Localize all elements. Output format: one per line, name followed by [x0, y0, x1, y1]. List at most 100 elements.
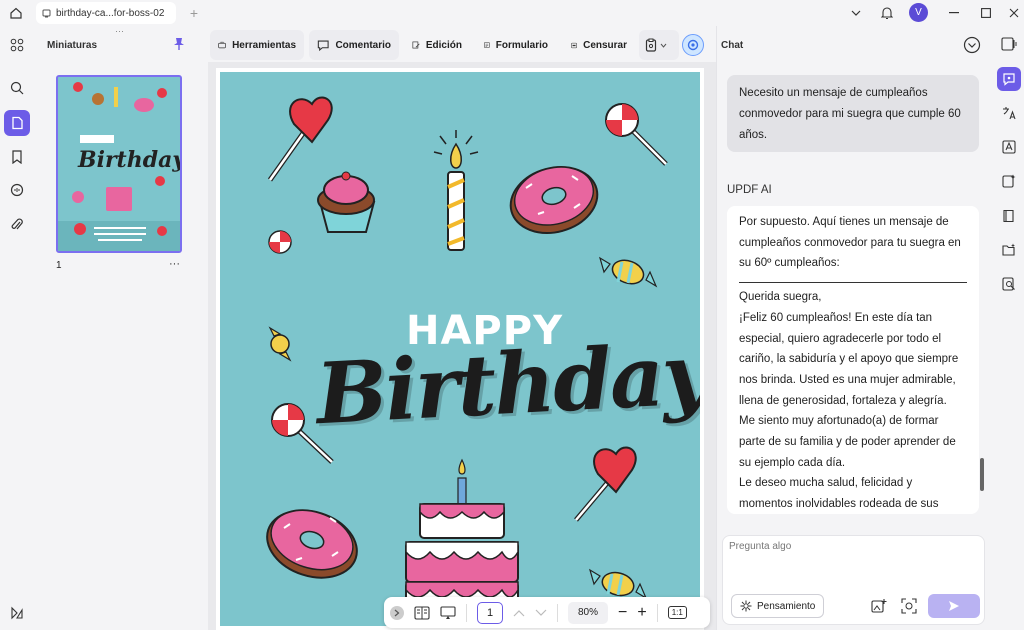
- card-birthday-text: Birthday: [313, 323, 700, 444]
- title-bar: birthday-ca...for-boss-02 + V: [0, 0, 1024, 26]
- maximize-icon[interactable]: [978, 5, 994, 21]
- more-tools-dropdown[interactable]: [639, 30, 679, 60]
- translate-icon[interactable]: [997, 101, 1021, 125]
- form-icon: [484, 42, 490, 48]
- wrapped-candy-icon: [589, 568, 648, 600]
- add-tab-icon[interactable]: +: [186, 5, 202, 21]
- thinking-label: Pensamiento: [757, 600, 816, 612]
- page-navigation: 1 80% − + 1:1: [384, 597, 710, 628]
- bell-icon[interactable]: [879, 4, 895, 22]
- close-icon[interactable]: [1006, 5, 1022, 21]
- thumbnail-preview: Birthday: [58, 77, 180, 251]
- divider: [557, 603, 558, 622]
- toolbox-icon: [218, 41, 226, 49]
- chat-input-box[interactable]: Pregunta algo Pensamiento: [722, 535, 985, 625]
- comment-icon: [317, 40, 329, 51]
- ai-assistant-icon[interactable]: [682, 34, 704, 56]
- next-page-icon[interactable]: [535, 609, 547, 617]
- tool-label: Formulario: [495, 39, 548, 51]
- user-avatar[interactable]: V: [909, 3, 928, 22]
- document-viewer: HAPPY Birthday: [208, 62, 716, 630]
- candle-icon: [433, 130, 479, 251]
- pdf-page: HAPPY Birthday: [216, 68, 704, 630]
- left-rail: [0, 26, 34, 630]
- zoom-level[interactable]: 80%: [568, 601, 608, 624]
- add-image-icon[interactable]: [871, 598, 887, 614]
- ai-message: Por supuesto. Aquí tienes un mensaje de …: [727, 206, 979, 514]
- zoom-in-icon[interactable]: +: [637, 604, 646, 620]
- ai-sparkle-icon[interactable]: [997, 169, 1021, 193]
- svg-text:Birthday: Birthday: [77, 147, 180, 173]
- comments-icon[interactable]: [4, 177, 30, 203]
- divider: [739, 282, 967, 284]
- ai-body-line: ¡Feliz 60 cumpleaños! En este día tan es…: [739, 311, 959, 407]
- screenshot-icon[interactable]: [901, 598, 917, 614]
- cupcake-icon: [317, 171, 376, 233]
- thumbnails-panel: ⋯ Miniaturas Birthday 1 ···: [36, 26, 204, 630]
- chat-scrollbar[interactable]: [980, 458, 984, 491]
- chat-input-placeholder[interactable]: Pregunta algo: [729, 541, 791, 552]
- swirl-lollipop-icon: [605, 103, 668, 166]
- ai-name: UPDF AI: [727, 184, 772, 196]
- donut-icon: [266, 509, 358, 579]
- chat-title: Chat: [721, 40, 744, 51]
- send-icon: [949, 601, 959, 611]
- heart-lollipop-icon: [574, 446, 637, 522]
- redact-icon: [571, 42, 577, 48]
- chevron-down-icon[interactable]: [848, 5, 864, 21]
- right-rail: [992, 26, 1024, 630]
- tool-herramientas[interactable]: Herramientas: [210, 30, 304, 60]
- ai-chat-icon[interactable]: [997, 67, 1021, 91]
- zoom-out-icon[interactable]: −: [618, 604, 627, 620]
- page-thumbnail[interactable]: Birthday: [56, 75, 182, 253]
- ai-body-line: Querida suegra,: [739, 291, 822, 304]
- document-icon: [42, 9, 51, 17]
- tool-label: Edición: [425, 39, 462, 51]
- grid-icon[interactable]: [4, 32, 30, 58]
- donut-icon: [509, 166, 599, 234]
- send-button[interactable]: [928, 594, 980, 618]
- document-tab[interactable]: birthday-ca...for-boss-02: [36, 2, 176, 24]
- page-number-input[interactable]: 1: [477, 601, 503, 624]
- actual-size-button[interactable]: 1:1: [667, 606, 687, 619]
- thinking-toggle[interactable]: Pensamiento: [731, 594, 825, 618]
- birthday-card: HAPPY Birthday: [220, 72, 700, 626]
- ocr-icon[interactable]: [997, 135, 1021, 159]
- book-icon[interactable]: [997, 204, 1021, 228]
- chat-panel: Chat Necesito un mensaje de cumpleaños c…: [716, 26, 992, 630]
- sidebar-toggle-icon[interactable]: [997, 32, 1021, 56]
- tool-label: Censurar: [583, 39, 627, 51]
- attachment-icon[interactable]: [4, 212, 30, 238]
- search-icon[interactable]: [4, 75, 30, 101]
- tool-label: Herramientas: [232, 39, 296, 51]
- home-icon[interactable]: [8, 5, 24, 21]
- search-document-icon[interactable]: [997, 272, 1021, 296]
- prev-page-icon[interactable]: [513, 609, 525, 617]
- thumbnail-page-label: 1: [56, 260, 62, 271]
- thumbnails-icon[interactable]: [4, 110, 30, 136]
- tool-comentario[interactable]: Comentario: [309, 30, 399, 60]
- thumbnail-more-icon[interactable]: ···: [169, 258, 180, 270]
- pin-icon[interactable]: [173, 37, 185, 51]
- divider: [466, 603, 467, 622]
- history-icon[interactable]: [963, 36, 981, 54]
- presentation-icon[interactable]: [440, 605, 456, 620]
- tool-edicion[interactable]: Edición: [404, 30, 470, 60]
- tool-censurar[interactable]: Censurar: [563, 30, 635, 60]
- collapse-icon[interactable]: [390, 605, 404, 620]
- ai-body-line: Le deseo mucha salud, felicidad y moment…: [739, 477, 939, 511]
- drag-handle[interactable]: ⋯: [115, 26, 124, 37]
- tool-label: Comentario: [335, 39, 391, 51]
- clipboard-icon: [645, 38, 657, 52]
- tool-formulario[interactable]: Formulario: [476, 30, 556, 60]
- chevron-down-icon: [660, 43, 667, 48]
- wrapped-candy-icon: [268, 326, 292, 362]
- bookmark-icon[interactable]: [4, 144, 30, 170]
- minimize-icon[interactable]: [946, 5, 962, 21]
- folder-sparkle-icon[interactable]: [997, 238, 1021, 262]
- layers-icon[interactable]: [4, 600, 30, 626]
- page-layout-icon[interactable]: [414, 605, 430, 620]
- ai-body-line: Me siento muy afortunado(a) de formar pa…: [739, 415, 956, 469]
- edit-icon: [412, 41, 420, 49]
- thumbnails-title: Miniaturas: [47, 40, 98, 51]
